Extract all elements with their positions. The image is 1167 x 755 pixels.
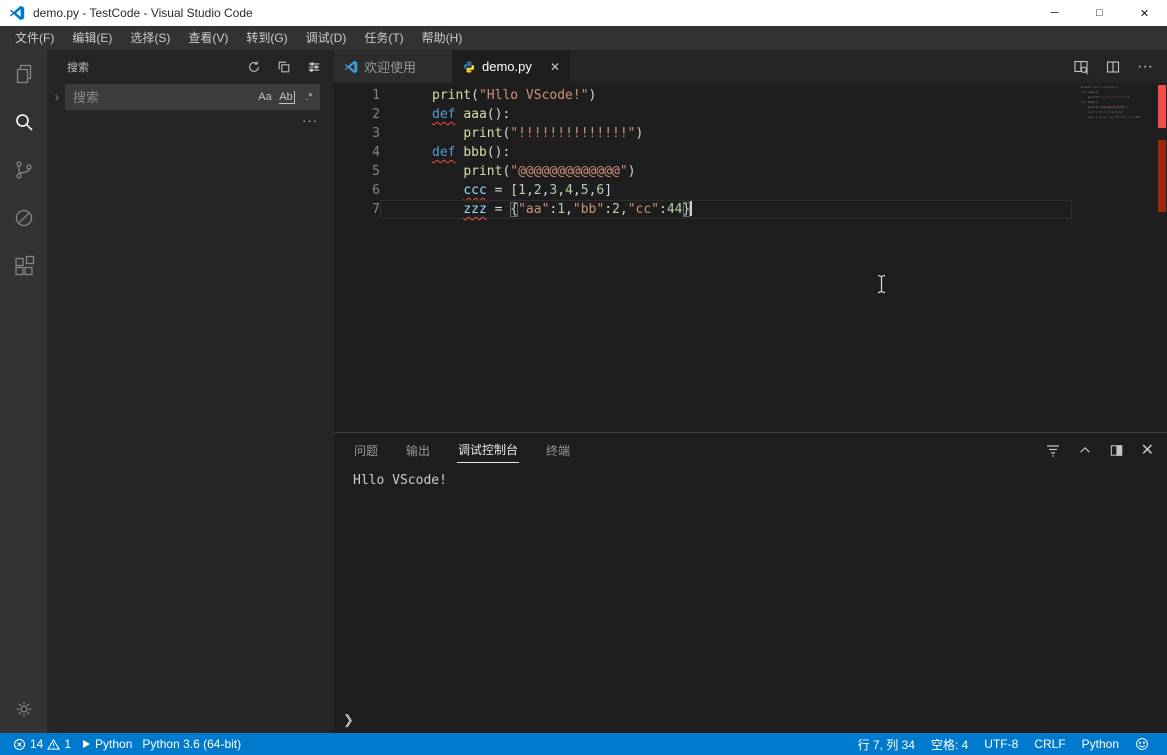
more-actions-icon[interactable]: ··· xyxy=(1137,58,1153,76)
problems-status[interactable]: 14 1 xyxy=(8,733,76,755)
panel-tab-debug-console[interactable]: 调试控制台 xyxy=(457,437,519,463)
line-number: 5 xyxy=(334,162,380,181)
vscode-logo-icon xyxy=(9,5,25,21)
menu-go[interactable]: 转到(G) xyxy=(237,26,296,50)
editor-tab-bar: 欢迎使用 demo.py ✕ ··· xyxy=(334,50,1167,83)
debug-console-output: Hllo VScode! xyxy=(334,467,1167,707)
menu-debug[interactable]: 调试(D) xyxy=(297,26,356,50)
python-interpreter-status[interactable]: Python 3.6 (64-bit) xyxy=(137,733,246,755)
minimap-line: zzz = {"aa":1,"bb":2,"cc":44} xyxy=(1081,115,1153,120)
filter-icon[interactable] xyxy=(1045,442,1061,458)
regex-icon[interactable]: .* xyxy=(298,87,320,107)
panel-tab-terminal[interactable]: 终端 xyxy=(545,438,571,463)
eol-status[interactable]: CRLF xyxy=(1026,737,1073,751)
run-python-button[interactable]: Python xyxy=(76,733,137,755)
python-tab-icon xyxy=(462,60,476,74)
code-line[interactable]: 4def bbb(): xyxy=(334,143,1167,162)
minimize-button[interactable]: ─ xyxy=(1032,0,1077,26)
menu-bar: 文件(F) 编辑(E) 选择(S) 查看(V) 转到(G) 调试(D) 任务(T… xyxy=(0,26,1167,50)
split-editor-icon[interactable] xyxy=(1105,59,1121,75)
match-case-icon[interactable]: Aa xyxy=(254,87,276,107)
menu-view[interactable]: 查看(V) xyxy=(179,26,237,50)
overview-ruler-mark xyxy=(1158,140,1166,212)
cursor-position-status[interactable]: 行 7, 列 34 xyxy=(850,736,923,753)
window-title: demo.py - TestCode - Visual Studio Code xyxy=(33,6,253,20)
tab-welcome[interactable]: 欢迎使用 xyxy=(334,50,452,83)
maximize-button[interactable]: □ xyxy=(1077,0,1122,26)
debug-icon[interactable] xyxy=(0,194,47,242)
line-number: 3 xyxy=(334,124,380,143)
open-preview-icon[interactable] xyxy=(1073,59,1089,75)
explorer-icon[interactable] xyxy=(0,50,47,98)
line-number: 7 xyxy=(334,200,380,219)
status-bar: 14 1 Python Python 3.6 (64-bit) 行 7, 列 3… xyxy=(0,733,1167,755)
error-icon xyxy=(13,738,26,751)
extensions-icon[interactable] xyxy=(0,242,47,290)
sidebar-title: 搜索 xyxy=(67,59,89,75)
toggle-search-more-button[interactable]: ··· xyxy=(302,113,318,128)
encoding-status[interactable]: UTF-8 xyxy=(976,737,1026,751)
overview-ruler[interactable] xyxy=(1157,83,1167,432)
code-line[interactable]: 1print("Hllo VScode!") xyxy=(334,86,1167,105)
debug-console-prompt-icon[interactable]: ❯ xyxy=(343,712,354,728)
tab-demo-py[interactable]: demo.py ✕ xyxy=(452,50,570,83)
tab-close-icon[interactable]: ✕ xyxy=(550,60,560,74)
menu-selection[interactable]: 选择(S) xyxy=(121,26,179,50)
menu-tasks[interactable]: 任务(T) xyxy=(355,26,412,50)
code-line[interactable]: 2def aaa(): xyxy=(334,105,1167,124)
line-number: 6 xyxy=(334,181,380,200)
tab-demo-py-label: demo.py xyxy=(482,59,532,74)
play-icon xyxy=(81,739,91,749)
vscode-tab-icon xyxy=(344,60,358,74)
code-lines: 1print("Hllo VScode!")2def aaa():3 print… xyxy=(334,83,1167,219)
bottom-panel: 问题 输出 调试控制台 终端 ✕ Hllo VScode! xyxy=(334,432,1167,733)
search-view: 搜索 › Aa Ab .* ··· xyxy=(47,50,334,733)
language-mode-status[interactable]: Python xyxy=(1074,737,1127,751)
warning-icon xyxy=(47,738,60,751)
indentation-status[interactable]: 空格: 4 xyxy=(923,736,976,753)
search-input[interactable] xyxy=(71,89,254,106)
code-line[interactable]: 3 print("!!!!!!!!!!!!!!") xyxy=(334,124,1167,143)
feedback-smiley-icon[interactable] xyxy=(1127,737,1157,751)
minimap[interactable]: print("Hllo VScode!")def aaa(): print("!… xyxy=(1081,85,1153,120)
title-bar: demo.py - TestCode - Visual Studio Code … xyxy=(0,0,1167,26)
line-number: 1 xyxy=(334,86,380,105)
tab-welcome-label: 欢迎使用 xyxy=(364,57,416,76)
search-box: Aa Ab .* xyxy=(65,84,320,110)
whole-word-icon[interactable]: Ab xyxy=(276,87,298,107)
text-caret xyxy=(690,201,692,216)
source-control-icon[interactable] xyxy=(0,146,47,194)
activity-bar xyxy=(0,50,47,733)
code-editor[interactable]: 1print("Hllo VScode!")2def aaa():3 print… xyxy=(334,83,1167,432)
settings-gear-icon[interactable] xyxy=(0,685,47,733)
panel-position-icon[interactable] xyxy=(1109,443,1124,458)
menu-edit[interactable]: 编辑(E) xyxy=(63,26,121,50)
overview-ruler-mark xyxy=(1158,85,1166,128)
maximize-panel-icon[interactable] xyxy=(1078,443,1092,457)
code-line[interactable]: 5 print("@@@@@@@@@@@@@") xyxy=(334,162,1167,181)
menu-file[interactable]: 文件(F) xyxy=(6,26,63,50)
toggle-replace-chevron-icon[interactable]: › xyxy=(49,90,65,104)
clear-search-icon[interactable] xyxy=(274,57,294,77)
search-icon[interactable] xyxy=(0,98,47,146)
close-panel-icon[interactable]: ✕ xyxy=(1141,440,1154,460)
line-number: 4 xyxy=(334,143,380,162)
toggle-search-details-icon[interactable] xyxy=(304,57,324,77)
panel-tab-output[interactable]: 输出 xyxy=(405,438,431,463)
line-number: 2 xyxy=(334,105,380,124)
refresh-icon[interactable] xyxy=(244,57,264,77)
code-line[interactable]: 6 ccc = [1,2,3,4,5,6] xyxy=(334,181,1167,200)
code-line[interactable]: 7 zzz = {"aa":1,"bb":2,"cc":44} xyxy=(334,200,1167,219)
close-button[interactable]: ✕ xyxy=(1122,0,1167,26)
menu-help[interactable]: 帮助(H) xyxy=(413,26,472,50)
panel-tab-problems[interactable]: 问题 xyxy=(353,438,379,463)
